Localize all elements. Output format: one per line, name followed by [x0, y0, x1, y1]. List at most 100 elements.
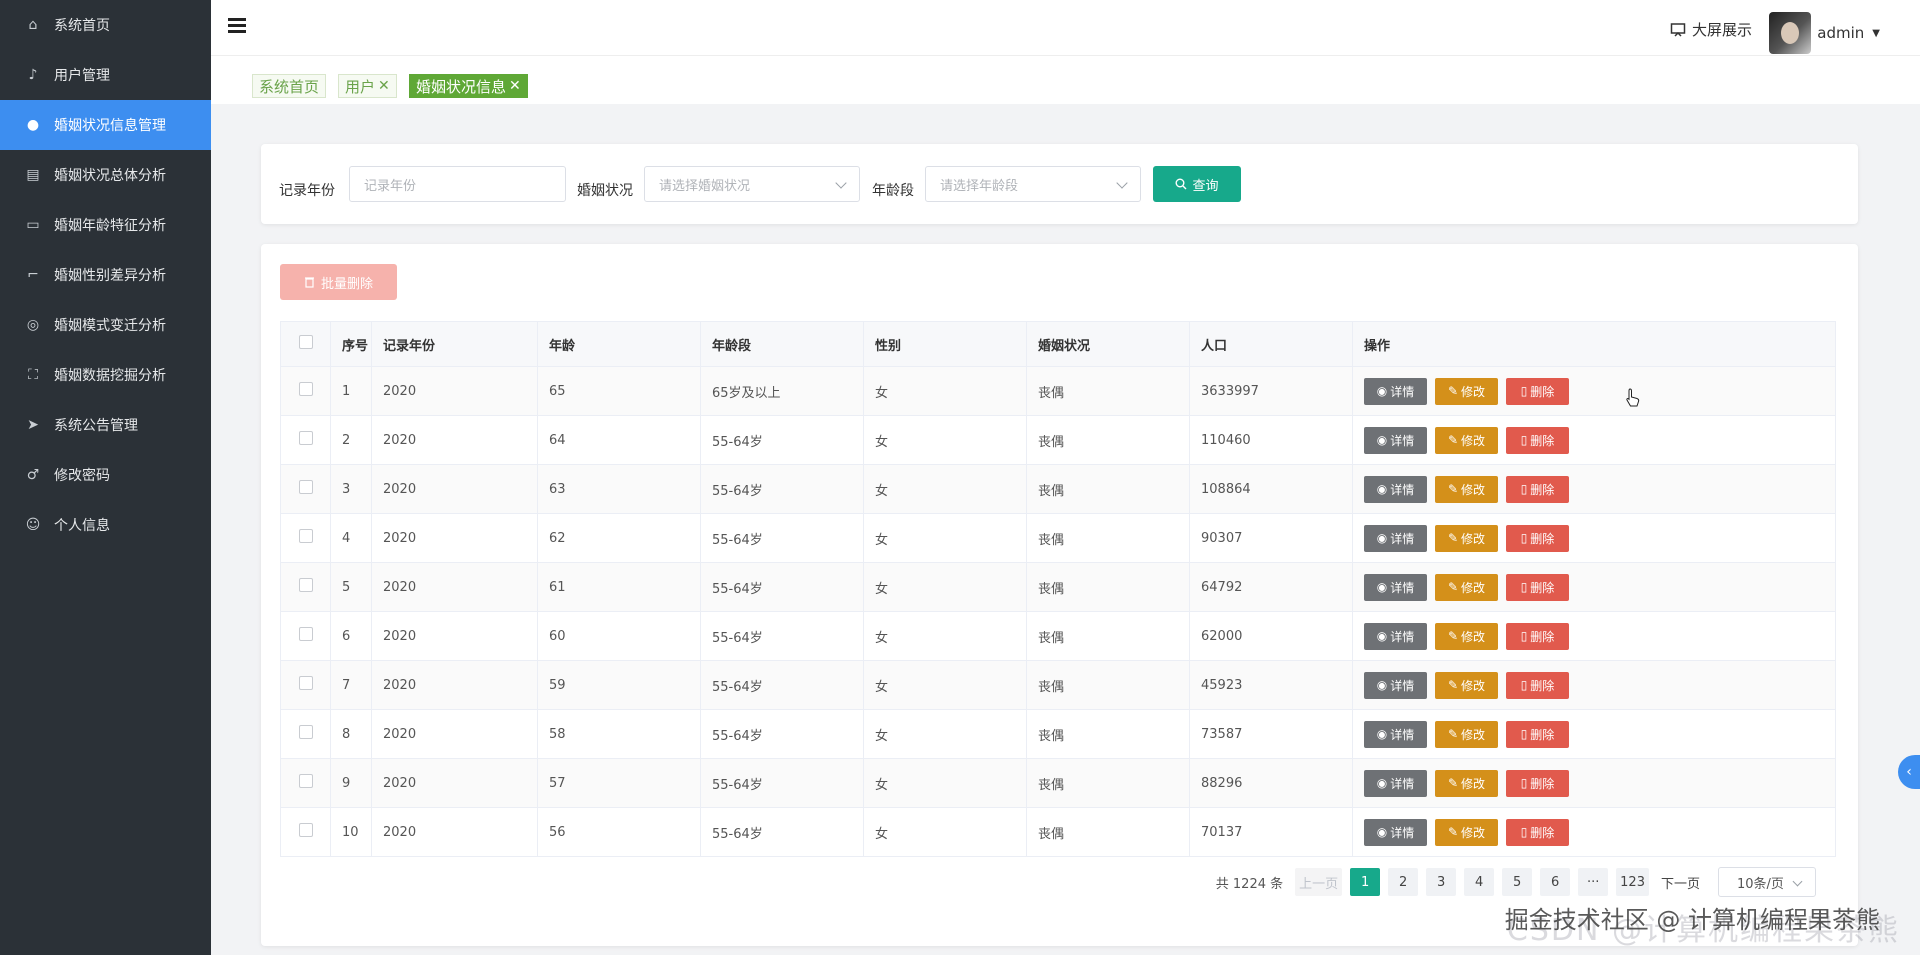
age-select[interactable]: 请选择年龄段: [925, 166, 1141, 202]
next-page-button[interactable]: 下一页: [1657, 868, 1704, 896]
close-icon[interactable]: ✕: [509, 78, 521, 94]
edit-label: 修改: [1461, 727, 1486, 742]
table-row[interactable]: 4 2020 62 55-64岁女丧偶 90307 ◉ 详情 ✎ 修改 ▯ 删除: [280, 513, 1836, 563]
row-checkbox[interactable]: [299, 529, 313, 543]
page-size-select[interactable]: 10条/页: [1718, 867, 1816, 897]
search-icon: [1175, 178, 1187, 190]
row-checkbox[interactable]: [299, 774, 313, 788]
row-checkbox[interactable]: [299, 382, 313, 396]
sidebar-item-3[interactable]: ▤ 婚姻状况总体分析: [0, 150, 211, 200]
view-button[interactable]: ◉ 详情: [1364, 671, 1427, 699]
cell-gender: 女: [863, 758, 1027, 808]
row-checkbox[interactable]: [299, 676, 313, 690]
cell-gender: 女: [863, 513, 1027, 563]
edit-button[interactable]: ✎ 修改: [1435, 377, 1498, 405]
cell-actions: ◉ 详情 ✎ 修改 ▯ 删除: [1352, 562, 1836, 612]
view-button[interactable]: ◉ 详情: [1364, 720, 1427, 748]
sidebar-item-9[interactable]: ♂ 修改密码: [0, 450, 211, 500]
table-row[interactable]: 6 2020 60 55-64岁女丧偶 62000 ◉ 详情 ✎ 修改 ▯ 删除: [280, 611, 1836, 661]
view-button[interactable]: ◉ 详情: [1364, 524, 1427, 552]
row-checkbox[interactable]: [299, 627, 313, 641]
delete-button[interactable]: ▯ 删除: [1506, 377, 1569, 405]
delete-button[interactable]: ▯ 删除: [1506, 426, 1569, 454]
view-button[interactable]: ◉ 详情: [1364, 573, 1427, 601]
delete-button[interactable]: ▯ 删除: [1506, 720, 1569, 748]
select-all-checkbox[interactable]: [299, 335, 313, 349]
table-row[interactable]: 2 2020 64 55-64岁女丧偶 110460 ◉ 详情 ✎ 修改 ▯ 删除: [280, 415, 1836, 465]
table-row[interactable]: 3 2020 63 55-64岁女丧偶 108864 ◉ 详情 ✎ 修改 ▯ 删除: [280, 464, 1836, 514]
table-row[interactable]: 9 2020 57 55-64岁女丧偶 88296 ◉ 详情 ✎ 修改 ▯ 删除: [280, 758, 1836, 808]
page-button-4[interactable]: 4: [1464, 868, 1495, 896]
view-button[interactable]: ◉ 详情: [1364, 622, 1427, 650]
table-row[interactable]: 7 2020 59 55-64岁女丧偶 45923 ◉ 详情 ✎ 修改 ▯ 删除: [280, 660, 1836, 710]
tag-home[interactable]: 系统首页: [252, 74, 327, 98]
view-button[interactable]: ◉ 详情: [1364, 818, 1427, 846]
edit-button[interactable]: ✎ 修改: [1435, 671, 1498, 699]
view-label: 详情: [1390, 629, 1415, 644]
edit-button[interactable]: ✎ 修改: [1435, 720, 1498, 748]
delete-button[interactable]: ▯ 删除: [1506, 671, 1569, 699]
sidebar-item-0[interactable]: ⌂ 系统首页: [0, 0, 211, 50]
row-checkbox[interactable]: [299, 578, 313, 592]
user-name: admin: [1817, 24, 1865, 42]
sidebar-item-4[interactable]: ▭ 婚姻年龄特征分析: [0, 200, 211, 250]
delete-button[interactable]: ▯ 删除: [1506, 818, 1569, 846]
row-checkbox[interactable]: [299, 431, 313, 445]
query-button[interactable]: 查询: [1153, 166, 1241, 202]
menu-toggle-icon[interactable]: [228, 18, 246, 34]
page-button-123[interactable]: 123: [1616, 868, 1649, 896]
sidebar-item-7[interactable]: ⛶ 婚姻数据挖掘分析: [0, 350, 211, 400]
view-button[interactable]: ◉ 详情: [1364, 475, 1427, 503]
table-row[interactable]: 10 2020 56 55-64岁女丧偶 70137 ◉ 详情 ✎ 修改 ▯ 删除: [280, 807, 1836, 857]
page-button-3[interactable]: 3: [1426, 868, 1457, 896]
table-row[interactable]: 8 2020 58 55-64岁女丧偶 73587 ◉ 详情 ✎ 修改 ▯ 删除: [280, 709, 1836, 759]
status-select[interactable]: 请选择婚姻状况: [644, 166, 860, 202]
pencil-icon: ✎: [1447, 678, 1459, 692]
view-button[interactable]: ◉ 详情: [1364, 426, 1427, 454]
delete-button[interactable]: ▯ 删除: [1506, 622, 1569, 650]
sidebar-item-2[interactable]: ● 婚姻状况信息管理: [0, 100, 211, 150]
user-menu[interactable]: admin ▼: [1769, 12, 1880, 54]
view-button[interactable]: ◉ 详情: [1364, 377, 1427, 405]
view-button[interactable]: ◉ 详情: [1364, 769, 1427, 797]
year-input[interactable]: 记录年份: [349, 166, 566, 202]
edit-button[interactable]: ✎ 修改: [1435, 769, 1498, 797]
sidebar-item-label: 修改密码: [54, 468, 110, 484]
home-icon: ⌂: [28, 17, 38, 33]
row-checkbox[interactable]: [299, 480, 313, 494]
trash-icon: ▯: [1520, 433, 1528, 447]
table-row[interactable]: 1 2020 65 65岁及以上女丧偶 3633997 ◉ 详情 ✎ 修改 ▯ 删除: [280, 366, 1836, 416]
sidebar-item-1[interactable]: ♪ 用户管理: [0, 50, 211, 100]
tag-user[interactable]: 用户 ✕: [338, 74, 397, 98]
sidebar-item-10[interactable]: ☺ 个人信息: [0, 500, 211, 550]
page-button-1[interactable]: 1: [1350, 868, 1381, 896]
edit-button[interactable]: ✎ 修改: [1435, 475, 1498, 503]
page-button-6[interactable]: 6: [1540, 868, 1571, 896]
prev-page-button[interactable]: 上一页: [1295, 868, 1343, 896]
edit-button[interactable]: ✎ 修改: [1435, 818, 1498, 846]
page-button-more[interactable]: ···: [1578, 868, 1609, 896]
delete-label: 删除: [1530, 433, 1555, 448]
edit-button[interactable]: ✎ 修改: [1435, 524, 1498, 552]
cell-no: 7: [330, 660, 372, 710]
edit-button[interactable]: ✎ 修改: [1435, 573, 1498, 601]
edit-button[interactable]: ✎ 修改: [1435, 622, 1498, 650]
row-checkbox[interactable]: [299, 725, 313, 739]
page-button-5[interactable]: 5: [1502, 868, 1533, 896]
tag-marriage-info[interactable]: 婚姻状况信息 ✕: [409, 74, 528, 98]
row-checkbox[interactable]: [299, 823, 313, 837]
delete-button[interactable]: ▯ 删除: [1506, 769, 1569, 797]
close-icon[interactable]: ✕: [378, 78, 390, 94]
delete-button[interactable]: ▯ 删除: [1506, 475, 1569, 503]
table-row[interactable]: 5 2020 61 55-64岁女丧偶 64792 ◉ 详情 ✎ 修改 ▯ 删除: [280, 562, 1836, 612]
delete-button[interactable]: ▯ 删除: [1506, 573, 1569, 601]
sidebar-item-8[interactable]: ➤ 系统公告管理: [0, 400, 211, 450]
edit-button[interactable]: ✎ 修改: [1435, 426, 1498, 454]
page-button-2[interactable]: 2: [1388, 868, 1419, 896]
batch-delete-button[interactable]: 批量删除: [280, 264, 397, 300]
sidebar-item-6[interactable]: ◎ 婚姻模式变迁分析: [0, 300, 211, 350]
big-screen-link[interactable]: 大屏展示: [1670, 19, 1752, 40]
sidebar-item-5[interactable]: ⌐ 婚姻性别差异分析: [0, 250, 211, 300]
delete-button[interactable]: ▯ 删除: [1506, 524, 1569, 552]
cell-year: 2020: [371, 807, 538, 857]
